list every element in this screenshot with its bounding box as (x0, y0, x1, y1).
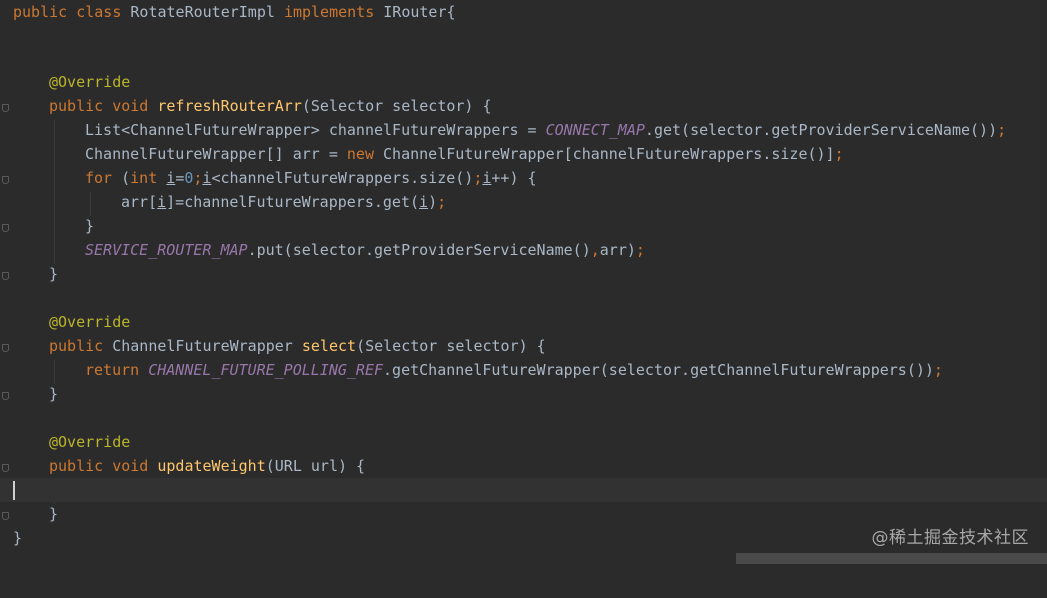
code-line-20[interactable]: public void updateWeight(URL url) { (0, 454, 1047, 478)
static-field: CHANNEL_FUTURE_POLLING_REF (148, 361, 384, 379)
annotation: @Override (49, 313, 131, 331)
watermark: @稀土掘金技术社区 (871, 528, 1029, 548)
code-line-1[interactable]: public class RotateRouterImpl implements… (0, 0, 1047, 24)
code-line-16[interactable]: return CHANNEL_FUTURE_POLLING_REF.getCha… (0, 358, 1047, 382)
static-field: SERVICE_ROUTER_MAP (85, 241, 248, 259)
code-text: ( (121, 169, 131, 187)
variable: i (166, 169, 176, 187)
semicolon: ; (834, 145, 844, 163)
code-editor[interactable]: public class RotateRouterImpl implements… (0, 0, 1047, 564)
code-text: .get(selector.getProviderServiceName()) (644, 121, 998, 139)
code-text: arr) (599, 241, 636, 259)
keyword: public (49, 97, 113, 115)
code-text: ChannelFutureWrapper[] arr = (85, 145, 347, 163)
code-line-15[interactable]: public ChannelFutureWrapper select(Selec… (0, 334, 1047, 358)
keyword: implements (283, 3, 384, 21)
code-text: (Selector selector) { (356, 337, 546, 355)
comma: , (590, 241, 600, 259)
keyword: void (112, 97, 158, 115)
method-name: refreshRouterArr (157, 97, 302, 115)
keyword: new (346, 145, 384, 163)
method-name: updateWeight (157, 457, 266, 475)
class-name: RotateRouterImpl (130, 3, 284, 21)
code-text: = (175, 169, 185, 187)
keyword: return (85, 361, 149, 379)
code-text: <channelFutureWrappers.size() (211, 169, 474, 187)
code-text: .put(selector.getProviderServiceName() (247, 241, 591, 259)
horizontal-scrollbar[interactable] (736, 553, 1047, 564)
closing-brace: } (49, 505, 59, 523)
semicolon: ; (635, 241, 645, 259)
code-text: .getChannelFutureWrapper(selector.getCha… (383, 361, 934, 379)
keyword: public (13, 3, 77, 21)
method-name: select (301, 337, 357, 355)
code-text: List<ChannelFutureWrapper> channelFuture… (85, 121, 546, 139)
code-text: ]=channelFutureWrappers.get( (166, 193, 420, 211)
code-text: ) (428, 193, 438, 211)
keyword: public (49, 457, 113, 475)
code-line-19[interactable]: @Override (0, 430, 1047, 454)
code-line-4[interactable]: @Override (0, 70, 1047, 94)
code-line-17[interactable]: } (0, 382, 1047, 406)
keyword: for (85, 169, 122, 187)
semicolon: ; (437, 193, 447, 211)
semicolon: ; (997, 121, 1007, 139)
code-line-12[interactable]: } (0, 262, 1047, 286)
variable: i (157, 193, 167, 211)
code-line-6[interactable]: List<ChannelFutureWrapper> channelFuture… (0, 118, 1047, 142)
keyword: public (49, 337, 113, 355)
closing-brace: } (49, 265, 59, 283)
keyword: void (112, 457, 158, 475)
code-line-5[interactable]: public void refreshRouterArr(Selector se… (0, 94, 1047, 118)
keyword: class (76, 3, 131, 21)
code-line-10[interactable]: } (0, 214, 1047, 238)
code-line-14[interactable]: @Override (0, 310, 1047, 334)
code-line-8[interactable]: for (int i=0;i<channelFutureWrappers.siz… (0, 166, 1047, 190)
code-text: (Selector selector) { (301, 97, 492, 115)
closing-brace: } (85, 217, 95, 235)
closing-brace: } (13, 529, 23, 547)
annotation: @Override (49, 73, 131, 91)
code-line-9[interactable]: arr[i]=channelFutureWrappers.get(i); (0, 190, 1047, 214)
keyword: int (130, 169, 167, 187)
closing-brace: } (49, 385, 59, 403)
code-text: ++) { (491, 169, 537, 187)
type-name: ChannelFutureWrapper (112, 337, 302, 355)
code-text: arr[ (121, 193, 158, 211)
text-caret (13, 481, 15, 500)
code-text: ChannelFutureWrapper[channelFutureWrappe… (383, 145, 835, 163)
code-line-21-current[interactable] (0, 478, 1047, 502)
code-line-7[interactable]: ChannelFutureWrapper[] arr = new Channel… (0, 142, 1047, 166)
code-line-11[interactable]: SERVICE_ROUTER_MAP.put(selector.getProvi… (0, 238, 1047, 262)
code-text: (URL url) { (265, 457, 366, 475)
annotation: @Override (49, 433, 131, 451)
semicolon: ; (933, 361, 943, 379)
variable: i (419, 193, 429, 211)
interface-name: IRouter{ (383, 3, 456, 21)
static-field: CONNECT_MAP (545, 121, 645, 139)
